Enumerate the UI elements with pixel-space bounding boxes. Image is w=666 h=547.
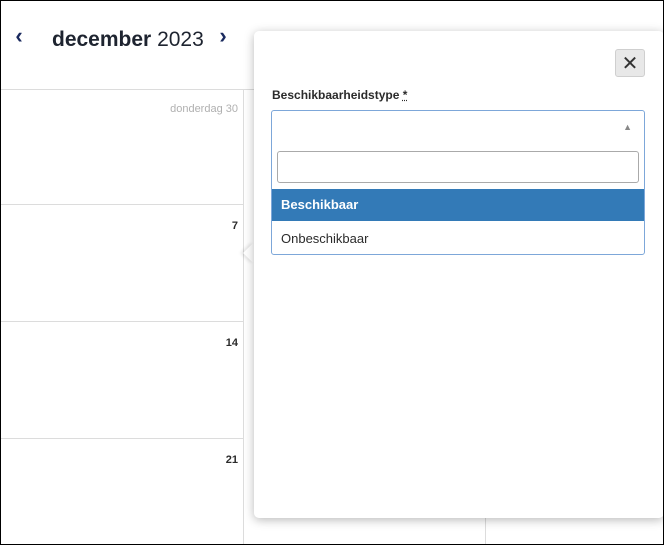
- day-cell-label[interactable]: 14: [226, 337, 238, 349]
- availability-type-select[interactable]: ▲ Beschikbaar Onbeschikbaar: [271, 110, 645, 255]
- required-marker: *: [402, 88, 408, 102]
- grid-column-divider: [243, 89, 244, 544]
- grid-row-divider: [1, 321, 243, 322]
- close-button[interactable]: ✕: [615, 49, 645, 77]
- app-frame: ‹ december 2023 › donderdag 30 7 14 21 ✕…: [0, 0, 664, 545]
- field-label: Beschikbaarheidstype *: [272, 88, 407, 102]
- month-name: december: [52, 28, 152, 51]
- option-onbeschikbaar[interactable]: Onbeschikbaar: [272, 223, 644, 255]
- availability-popover: ✕ Beschikbaarheidstype * ▲ Beschikbaar O…: [254, 31, 663, 518]
- field-label-text: Beschikbaarheidstype: [272, 88, 400, 102]
- chevron-left-icon[interactable]: ‹: [9, 25, 29, 50]
- select-search-input[interactable]: [277, 151, 639, 183]
- grid-row-divider: [1, 438, 243, 439]
- chevron-right-icon[interactable]: ›: [213, 25, 233, 50]
- day-cell-label[interactable]: 21: [226, 454, 238, 466]
- option-beschikbaar[interactable]: Beschikbaar: [272, 189, 644, 221]
- year: 2023: [157, 28, 204, 51]
- day-cell-label[interactable]: donderdag 30: [170, 103, 238, 115]
- caret-up-icon: ▲: [623, 122, 632, 132]
- month-title: december 2023: [52, 28, 204, 52]
- grid-row-divider: [1, 204, 243, 205]
- close-icon: ✕: [621, 52, 639, 75]
- day-cell-label[interactable]: 7: [232, 220, 238, 232]
